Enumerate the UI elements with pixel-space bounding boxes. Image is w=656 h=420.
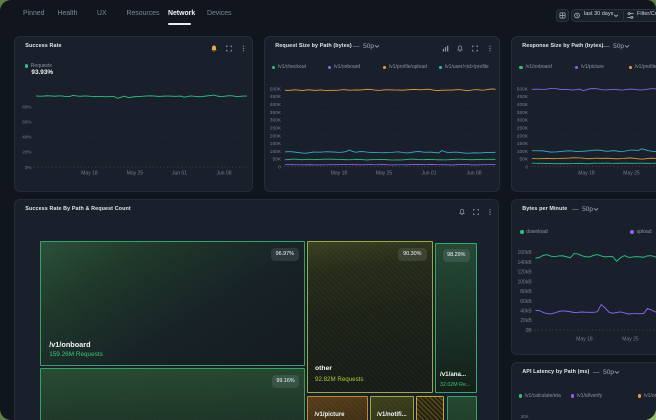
- svg-text:60%: 60%: [22, 120, 31, 125]
- svg-text:350K: 350K: [270, 110, 282, 116]
- svg-text:20%: 20%: [22, 150, 31, 155]
- svg-text:140kB: 140kB: [518, 259, 533, 265]
- svg-text:500K: 500K: [517, 86, 529, 92]
- svg-text:400K: 400K: [270, 102, 282, 108]
- svg-text:May 18: May 18: [576, 336, 593, 342]
- svg-text:40%: 40%: [22, 135, 31, 140]
- svg-text:20s: 20s: [521, 414, 529, 420]
- svg-text:450K: 450K: [517, 94, 529, 100]
- svg-text:May 25: May 25: [376, 170, 393, 176]
- svg-text:May 25: May 25: [622, 336, 639, 342]
- svg-text:250K: 250K: [270, 125, 282, 131]
- svg-text:150K: 150K: [517, 141, 529, 147]
- svg-text:Jun 01: Jun 01: [172, 170, 187, 176]
- svg-text:60kB: 60kB: [520, 298, 532, 304]
- svg-text:0: 0: [525, 165, 528, 171]
- svg-text:May 25: May 25: [127, 170, 144, 176]
- svg-text:300K: 300K: [270, 118, 282, 124]
- svg-text:50K: 50K: [272, 157, 281, 163]
- svg-text:200K: 200K: [517, 133, 529, 139]
- svg-text:300K: 300K: [517, 118, 529, 124]
- svg-text:400K: 400K: [517, 102, 529, 108]
- svg-text:250K: 250K: [517, 125, 529, 131]
- svg-text:Jun 08: Jun 08: [216, 170, 231, 176]
- svg-text:40kB: 40kB: [520, 308, 532, 314]
- svg-text:500K: 500K: [270, 86, 282, 92]
- svg-text:20kB: 20kB: [520, 318, 532, 324]
- svg-text:0%: 0%: [25, 165, 32, 170]
- svg-text:50K: 50K: [519, 157, 528, 163]
- svg-text:May 18: May 18: [331, 170, 348, 176]
- svg-text:Jun 08: Jun 08: [466, 170, 481, 176]
- svg-text:100K: 100K: [270, 149, 282, 155]
- svg-text:Jun 01: Jun 01: [421, 170, 436, 176]
- svg-text:May 18: May 18: [578, 170, 595, 176]
- svg-text:0: 0: [278, 165, 281, 171]
- svg-text:150K: 150K: [270, 141, 282, 147]
- svg-text:0B: 0B: [526, 327, 533, 333]
- svg-text:80%: 80%: [22, 104, 31, 109]
- svg-text:May 18: May 18: [81, 170, 98, 176]
- svg-text:May 25: May 25: [623, 170, 640, 176]
- svg-text:120kB: 120kB: [518, 269, 533, 275]
- svg-text:350K: 350K: [517, 110, 529, 116]
- svg-text:160kB: 160kB: [518, 250, 533, 256]
- svg-text:100K: 100K: [517, 149, 529, 155]
- svg-text:200K: 200K: [270, 133, 282, 139]
- svg-text:100kB: 100kB: [518, 279, 533, 285]
- svg-text:450K: 450K: [270, 94, 282, 100]
- svg-text:80kB: 80kB: [520, 289, 532, 295]
